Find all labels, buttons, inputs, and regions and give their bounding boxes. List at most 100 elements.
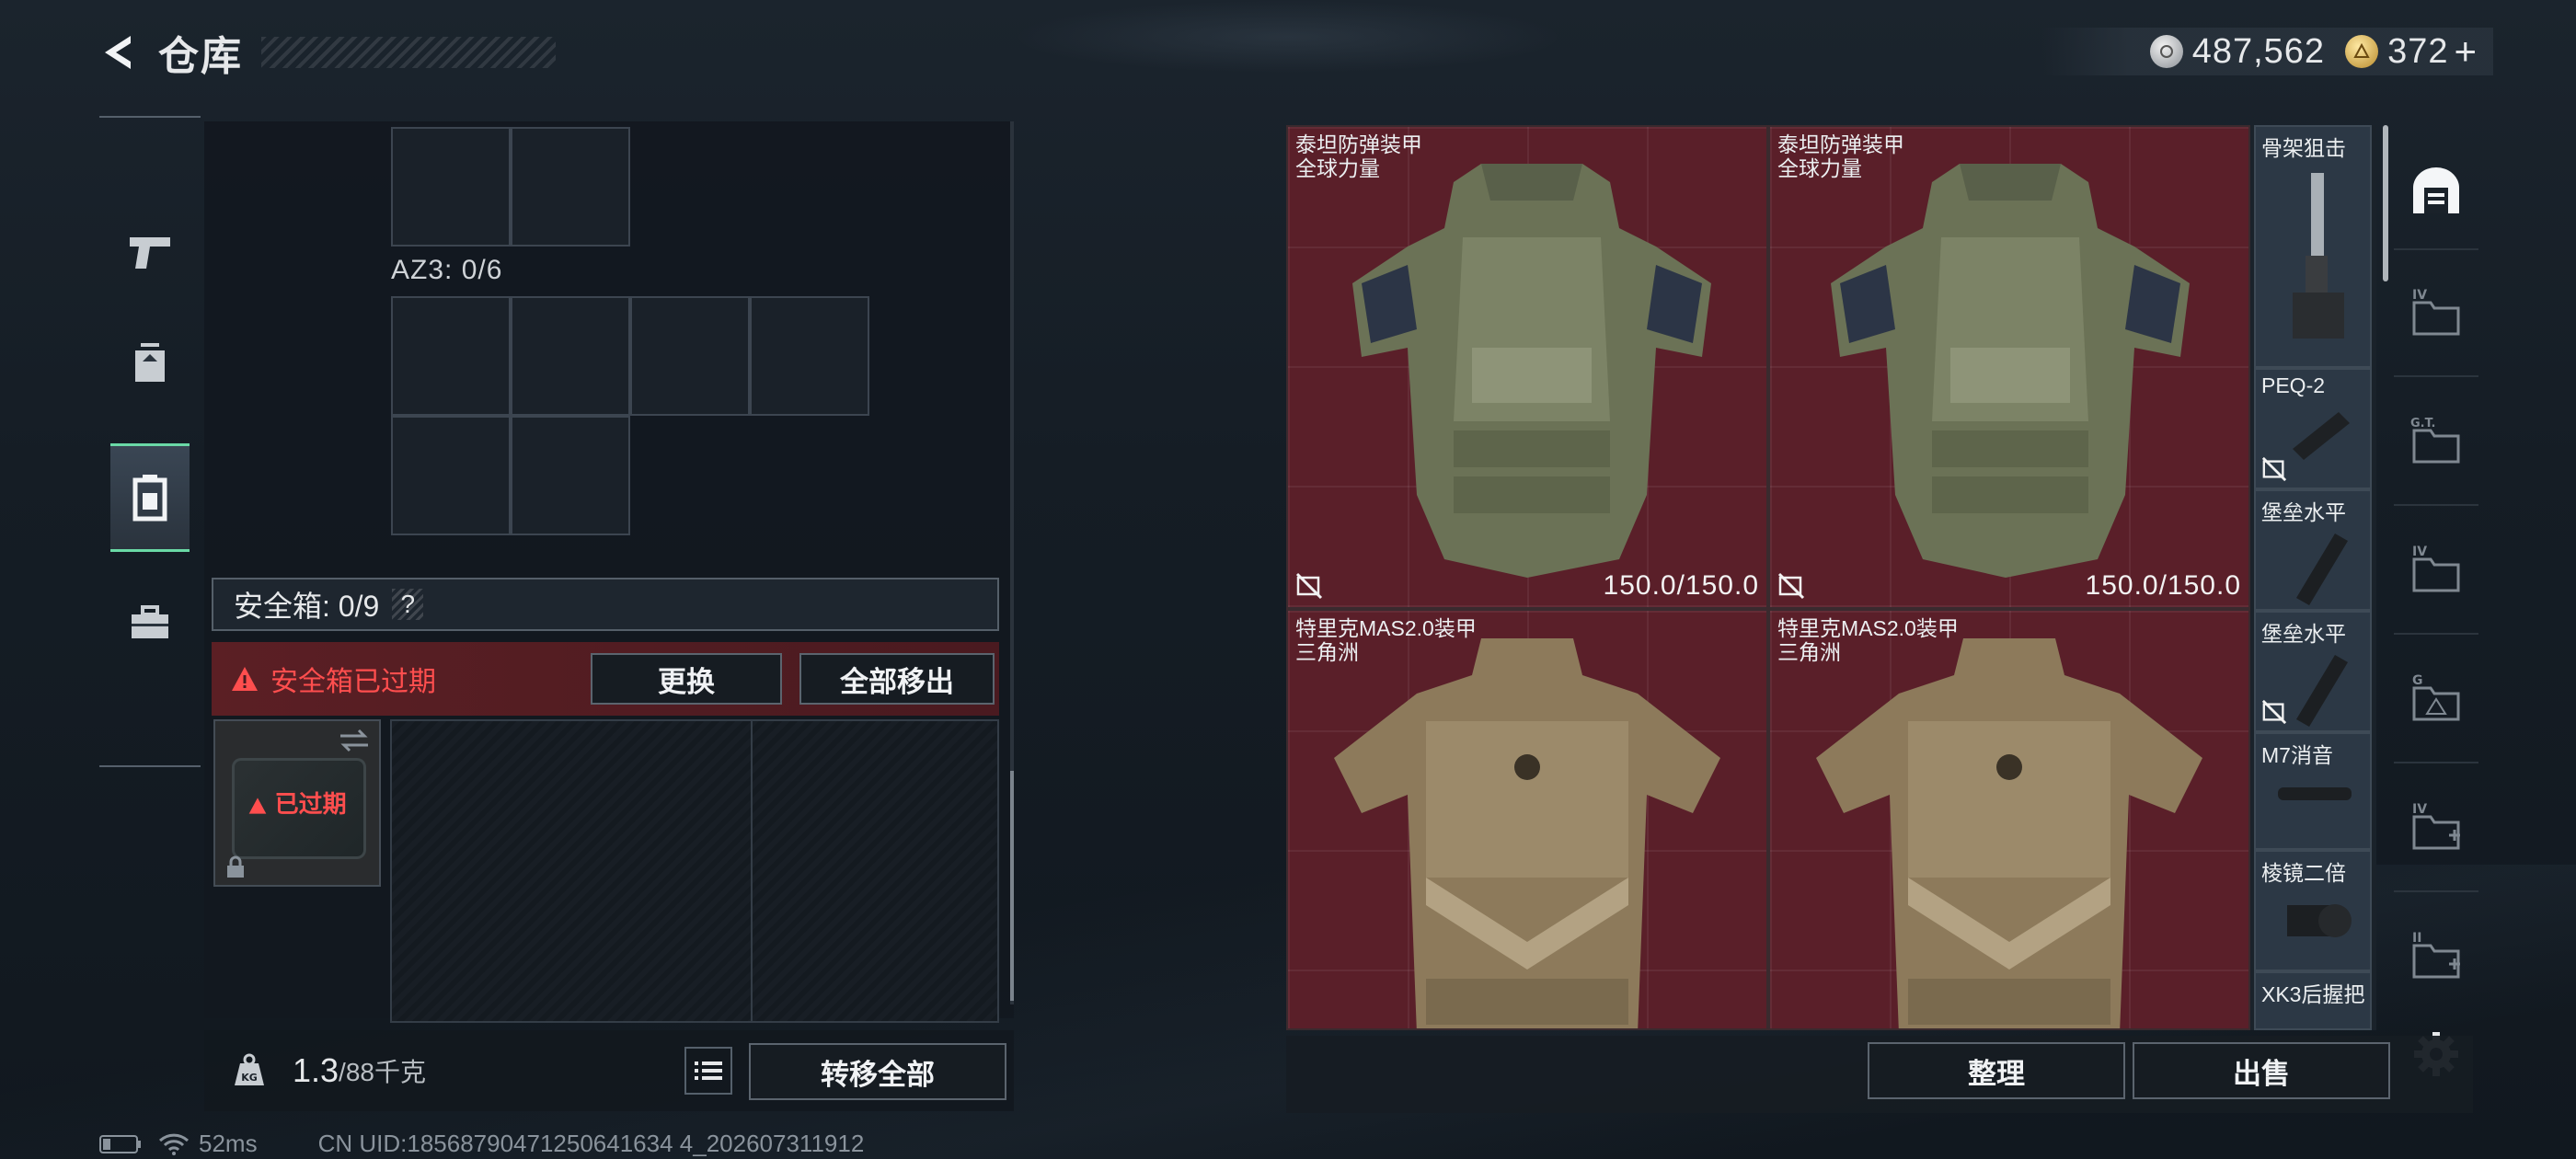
silver-coin-icon bbox=[2149, 35, 2183, 68]
no-trade-icon bbox=[1295, 572, 1323, 600]
category-rail bbox=[99, 116, 201, 767]
wifi-icon bbox=[158, 1133, 190, 1155]
tab-storage-ii-add[interactable]: II bbox=[2394, 890, 2478, 1019]
safebox-item-slot[interactable]: 已过期 bbox=[213, 719, 381, 887]
backpack-icon bbox=[135, 343, 165, 382]
grid-slot[interactable] bbox=[511, 416, 630, 535]
help-icon[interactable]: ? bbox=[392, 589, 424, 620]
currency-bar: 487,562 372 + bbox=[2042, 28, 2493, 75]
weight-current: 1.3 bbox=[293, 1051, 339, 1089]
laser-module-image bbox=[2293, 412, 2350, 460]
tab-warehouse-all[interactable] bbox=[2394, 132, 2478, 250]
side-item-skeleton-stock[interactable]: 骨架狙击 bbox=[2254, 125, 2372, 368]
side-item-peq2[interactable]: PEQ-2 bbox=[2254, 368, 2372, 489]
grid-slot[interactable] bbox=[391, 416, 511, 535]
background-glow bbox=[1012, 0, 1564, 74]
page-header: 仓库 bbox=[92, 20, 556, 85]
rail-item-safebox[interactable] bbox=[110, 443, 190, 552]
replace-button[interactable]: 更换 bbox=[591, 653, 782, 705]
container-panel: AZ3: 0/6 安全箱: 0/9 ? 安全箱已过期 更换 全部移出 已过期 bbox=[204, 121, 1014, 1023]
item-durability: 150.0/150.0 bbox=[1603, 570, 1759, 601]
safebox-storage-grid[interactable] bbox=[390, 719, 999, 1023]
item-card-titan-armor-1[interactable]: 泰坦防弹装甲 全球力量 150.0/150.0 bbox=[1286, 125, 1768, 609]
no-trade-icon bbox=[1777, 572, 1805, 600]
side-item-name: 堡垒水平 bbox=[2261, 500, 2346, 524]
tab-storage-gt[interactable]: G.T. bbox=[2394, 375, 2478, 506]
side-item-fortress-level-1[interactable]: 堡垒水平 bbox=[2254, 489, 2372, 611]
storage-folder-icon: IV bbox=[2412, 545, 2460, 592]
safebox-capacity-bar: 安全箱: 0/9 ? bbox=[212, 578, 999, 631]
add-storage-icon: II bbox=[2412, 931, 2460, 979]
grid-slot[interactable] bbox=[391, 296, 511, 416]
rail-item-equipment[interactable] bbox=[110, 311, 190, 414]
svg-text:IV: IV bbox=[2412, 288, 2427, 303]
item-card-mas-armor-1[interactable]: 特里克MAS2.0装甲 三角洲 bbox=[1286, 609, 1768, 1030]
item-card-titan-armor-2[interactable]: 泰坦防弹装甲 全球力量 150.0/150.0 bbox=[1768, 125, 2250, 609]
safebox-icon bbox=[132, 475, 167, 522]
sell-button[interactable]: 出售 bbox=[2133, 1042, 2390, 1099]
warehouse-icon bbox=[2413, 167, 2459, 213]
weight-bar: KG 1.3 /88千克 转移全部 bbox=[204, 1030, 1014, 1111]
silver-amount: 487,562 bbox=[2191, 31, 2326, 71]
grid-slot[interactable] bbox=[511, 296, 630, 416]
safebox-capacity-label: 安全箱: 0/9 bbox=[234, 590, 380, 623]
uid-text: CN UID:18568790471250641634 4_2026073119… bbox=[317, 1130, 865, 1157]
list-view-button[interactable] bbox=[684, 1047, 732, 1095]
grid-slot[interactable] bbox=[750, 296, 869, 416]
title-decoration bbox=[261, 37, 556, 68]
svg-text:II: II bbox=[2412, 931, 2421, 946]
grid-slot[interactable] bbox=[630, 296, 750, 416]
no-trade-icon bbox=[2261, 699, 2287, 725]
warning-icon bbox=[249, 798, 267, 814]
side-item-xk3-grip[interactable]: XK3后握把 bbox=[2254, 971, 2372, 1030]
move-all-out-button[interactable]: 全部移出 bbox=[799, 653, 995, 705]
transfer-all-button[interactable]: 转移全部 bbox=[749, 1043, 1006, 1100]
side-item-fortress-level-2[interactable]: 堡垒水平 bbox=[2254, 611, 2372, 732]
rail-item-weapons[interactable] bbox=[110, 201, 190, 304]
grid-slot[interactable] bbox=[391, 127, 511, 247]
list-icon bbox=[695, 1061, 722, 1080]
weight-kg-icon: KG bbox=[217, 1039, 282, 1103]
right-scrollbar-thumb[interactable] bbox=[2383, 125, 2388, 281]
tab-storage-iv-2[interactable]: IV bbox=[2394, 504, 2478, 635]
side-item-m7-suppressor[interactable]: M7消音 bbox=[2254, 732, 2372, 850]
side-item-name: PEQ-2 bbox=[2261, 373, 2326, 397]
stock-part-image bbox=[2293, 173, 2344, 339]
storage-folder-icon: G.T. bbox=[2410, 417, 2460, 464]
side-item-name: 棱镜二倍 bbox=[2261, 861, 2346, 885]
sort-button[interactable]: 整理 bbox=[1868, 1042, 2125, 1099]
status-line: 52ms CN UID:18568790471250641634 4_20260… bbox=[99, 1130, 864, 1158]
swap-icon[interactable] bbox=[339, 729, 370, 752]
grid-divider bbox=[751, 721, 753, 1021]
add-currency-button[interactable]: + bbox=[2454, 29, 2477, 74]
suppressor-image bbox=[2278, 787, 2352, 800]
svg-text:IV: IV bbox=[2412, 545, 2427, 559]
lock-icon bbox=[227, 855, 244, 878]
svg-text:G.T.: G.T. bbox=[2410, 417, 2435, 430]
item-durability: 150.0/150.0 bbox=[2085, 570, 2241, 601]
side-item-name: M7消音 bbox=[2261, 743, 2333, 767]
warning-icon bbox=[232, 667, 258, 691]
side-item-prism-scope[interactable]: 棱镜二倍 bbox=[2254, 850, 2372, 971]
battery-icon bbox=[99, 1134, 141, 1153]
case-expired-text: 已过期 bbox=[274, 790, 347, 818]
back-arrow-icon[interactable] bbox=[92, 25, 147, 80]
grid-slot[interactable] bbox=[511, 127, 630, 247]
armor-vest-image bbox=[1816, 638, 2202, 1028]
armor-vest-image bbox=[1831, 164, 2190, 578]
left-scrollbar-thumb[interactable] bbox=[1010, 771, 1014, 1001]
tab-storage-iv-1[interactable]: IV bbox=[2394, 248, 2478, 377]
tab-storage-iv-add[interactable]: IV bbox=[2394, 762, 2478, 892]
page-title: 仓库 bbox=[158, 34, 243, 79]
muzzle-brake-image bbox=[2296, 655, 2348, 727]
side-item-name: XK3后握把 bbox=[2261, 982, 2365, 1006]
rail-item-toolbox[interactable] bbox=[110, 570, 190, 673]
side-item-name: 堡垒水平 bbox=[2261, 622, 2346, 646]
scope-image bbox=[2287, 904, 2352, 937]
tab-storage-g-warning[interactable]: G bbox=[2394, 633, 2478, 763]
pistol-icon bbox=[130, 237, 170, 269]
no-trade-icon bbox=[2261, 456, 2287, 482]
side-item-name: 骨架狙击 bbox=[2261, 136, 2346, 160]
armor-vest-image bbox=[1334, 638, 1720, 1028]
item-card-mas-armor-2[interactable]: 特里克MAS2.0装甲 三角洲 bbox=[1768, 609, 2250, 1030]
